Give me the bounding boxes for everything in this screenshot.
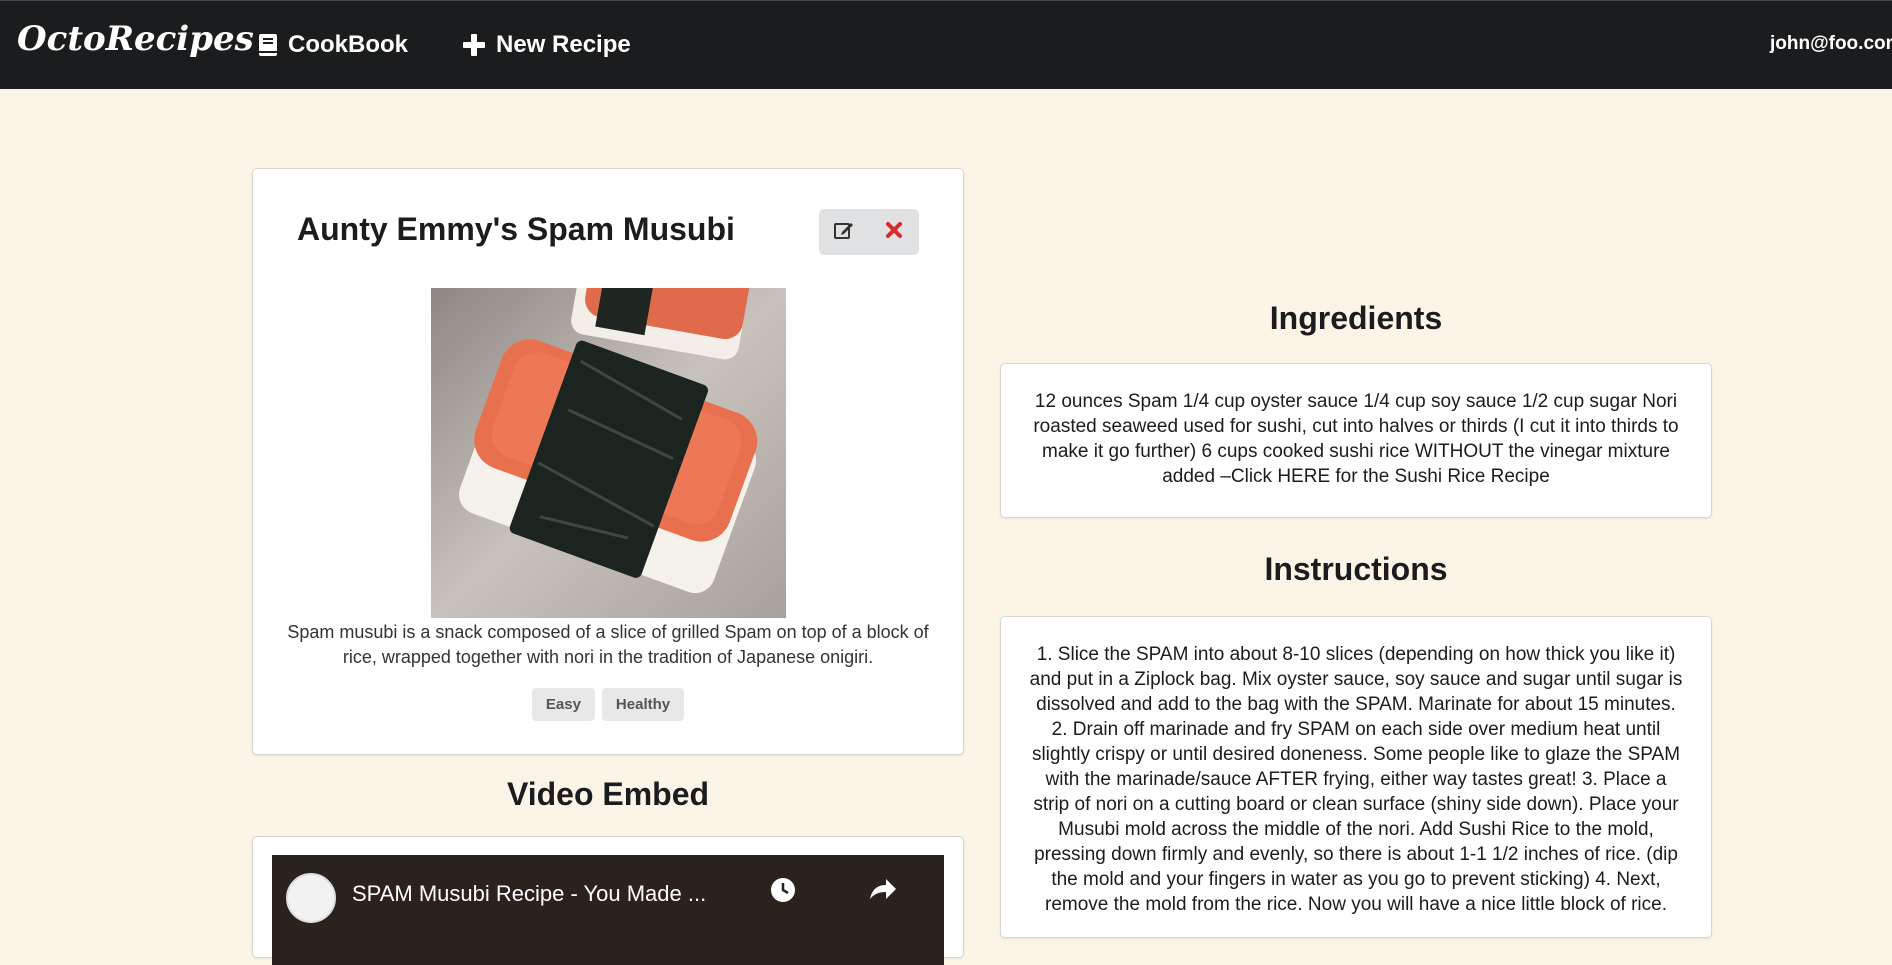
video-heading: Video Embed: [506, 776, 710, 812]
plus-icon: [462, 33, 486, 57]
video-card: SPAM Musubi Recipe - You Made ...: [252, 836, 964, 965]
close-icon: [885, 221, 903, 244]
book-icon: [258, 33, 278, 57]
ingredients-card: 12 ounces Spam 1/4 cup oyster sauce 1/4 …: [1000, 363, 1712, 518]
nav-new-recipe[interactable]: New Recipe: [462, 27, 631, 63]
nav-new-recipe-label: New Recipe: [496, 31, 631, 58]
channel-avatar[interactable]: [286, 873, 336, 923]
instructions-card: 1. Slice the SPAM into about 8-10 slices…: [1000, 616, 1712, 938]
user-menu[interactable]: john@foo.com: [1770, 33, 1892, 55]
instructions-text: 1. Slice the SPAM into about 8-10 slices…: [1029, 644, 1683, 915]
clock-icon[interactable]: [768, 875, 798, 910]
ingredients-heading: Ingredients: [1269, 300, 1443, 336]
recipe-actions: [819, 209, 919, 255]
nav-cookbook[interactable]: CookBook: [258, 27, 408, 63]
video-embed[interactable]: SPAM Musubi Recipe - You Made ...: [272, 855, 944, 965]
top-navbar: OctoRecipes CookBook New Recipe john@foo…: [0, 0, 1892, 89]
recipe-card: Aunty Emmy's Spam Musubi Spam musubi is …: [252, 168, 964, 755]
recipe-title: Aunty Emmy's Spam Musubi: [297, 211, 735, 247]
nav-cookbook-label: CookBook: [288, 31, 408, 58]
share-icon[interactable]: [866, 875, 898, 910]
tag-easy[interactable]: Easy: [531, 688, 595, 721]
recipe-description: Spam musubi is a snack composed of a sli…: [287, 622, 929, 667]
recipe-image: [431, 288, 786, 618]
recipe-tags: Easy Healthy: [253, 688, 963, 721]
video-title[interactable]: SPAM Musubi Recipe - You Made ...: [352, 881, 706, 907]
delete-button[interactable]: [869, 209, 919, 255]
tag-healthy[interactable]: Healthy: [601, 688, 685, 721]
ingredients-text: 12 ounces Spam 1/4 cup oyster sauce 1/4 …: [1033, 391, 1679, 487]
brand-logo[interactable]: OctoRecipes: [17, 19, 254, 59]
instructions-heading: Instructions: [1264, 551, 1448, 587]
edit-icon: [833, 219, 855, 246]
edit-button[interactable]: [819, 209, 869, 255]
